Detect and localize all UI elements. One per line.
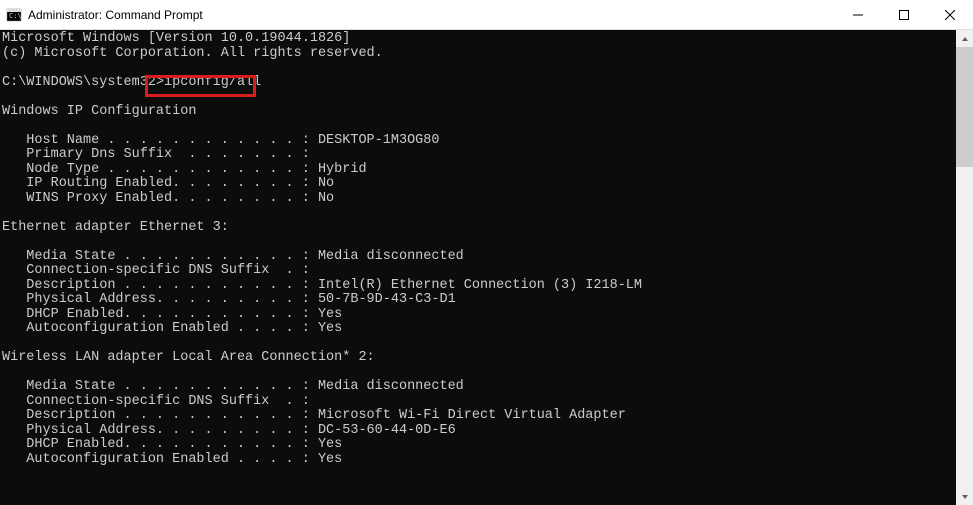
wins-proxy-label: WINS Proxy Enabled. . . . . . . . : xyxy=(2,191,318,206)
host-name-label: Host Name . . . . . . . . . . . . : xyxy=(2,133,318,148)
adapter1-dhcp-value: Yes xyxy=(318,307,342,322)
adapter1-conn-dns-label: Connection-specific DNS Suffix . : xyxy=(2,263,310,278)
adapter2-autoconfig-value: Yes xyxy=(318,452,342,467)
svg-text:C:\: C:\ xyxy=(9,12,22,20)
adapter1-autoconfig-label: Autoconfiguration Enabled . . . . : xyxy=(2,321,318,336)
adapter2-header: Wireless LAN adapter Local Area Connecti… xyxy=(2,350,375,365)
ip-routing-value: No xyxy=(318,176,334,191)
adapter2-physical-addr-label: Physical Address. . . . . . . . . : xyxy=(2,423,318,438)
adapter1-description-label: Description . . . . . . . . . . . : xyxy=(2,278,318,293)
adapter1-media-state-value: Media disconnected xyxy=(318,249,464,264)
adapter2-autoconfig-label: Autoconfiguration Enabled . . . . : xyxy=(2,452,318,467)
adapter1-description-value: Intel(R) Ethernet Connection (3) I218-LM xyxy=(318,278,642,293)
adapter1-physical-addr-value: 50-7B-9D-43-C3-D1 xyxy=(318,292,456,307)
scrollbar-up-button[interactable] xyxy=(956,30,973,47)
adapter1-physical-addr-label: Physical Address. . . . . . . . . : xyxy=(2,292,318,307)
adapter1-dhcp-label: DHCP Enabled. . . . . . . . . . . : xyxy=(2,307,318,322)
cmd-icon: C:\ xyxy=(6,7,22,23)
adapter1-header: Ethernet adapter Ethernet 3: xyxy=(2,220,229,235)
host-name-value: DESKTOP-1M3OG80 xyxy=(318,133,440,148)
copyright-line: (c) Microsoft Corporation. All rights re… xyxy=(2,46,383,61)
adapter2-dhcp-value: Yes xyxy=(318,437,342,452)
window-controls xyxy=(835,0,973,29)
close-button[interactable] xyxy=(927,0,973,30)
scrollbar-thumb[interactable] xyxy=(956,47,973,167)
section-header: Windows IP Configuration xyxy=(2,104,196,119)
typed-command: ipconfig/all xyxy=(164,75,261,90)
wins-proxy-value: No xyxy=(318,191,334,206)
adapter2-description-value: Microsoft Wi-Fi Direct Virtual Adapter xyxy=(318,408,626,423)
adapter2-physical-addr-value: DC-53-60-44-0D-E6 xyxy=(318,423,456,438)
maximize-button[interactable] xyxy=(881,0,927,30)
node-type-label: Node Type . . . . . . . . . . . . : xyxy=(2,162,318,177)
vertical-scrollbar[interactable] xyxy=(956,30,973,505)
primary-dns-label: Primary Dns Suffix . . . . . . . : xyxy=(2,147,310,162)
terminal-output[interactable]: Microsoft Windows [Version 10.0.19044.18… xyxy=(0,30,956,505)
version-line: Microsoft Windows [Version 10.0.19044.18… xyxy=(2,31,350,46)
prompt-path: C:\WINDOWS\system32 xyxy=(2,75,156,90)
window-titlebar[interactable]: C:\ Administrator: Command Prompt xyxy=(0,0,973,30)
adapter1-media-state-label: Media State . . . . . . . . . . . : xyxy=(2,249,318,264)
minimize-button[interactable] xyxy=(835,0,881,30)
adapter2-dhcp-label: DHCP Enabled. . . . . . . . . . . : xyxy=(2,437,318,452)
ip-routing-label: IP Routing Enabled. . . . . . . . : xyxy=(2,176,318,191)
adapter2-media-state-value: Media disconnected xyxy=(318,379,464,394)
node-type-value: Hybrid xyxy=(318,162,367,177)
prompt-char: > xyxy=(156,75,164,90)
adapter2-media-state-label: Media State . . . . . . . . . . . : xyxy=(2,379,318,394)
adapter1-autoconfig-value: Yes xyxy=(318,321,342,336)
adapter2-conn-dns-label: Connection-specific DNS Suffix . : xyxy=(2,394,310,409)
adapter2-description-label: Description . . . . . . . . . . . : xyxy=(2,408,318,423)
window-title: Administrator: Command Prompt xyxy=(28,8,835,22)
scrollbar-down-button[interactable] xyxy=(956,488,973,505)
